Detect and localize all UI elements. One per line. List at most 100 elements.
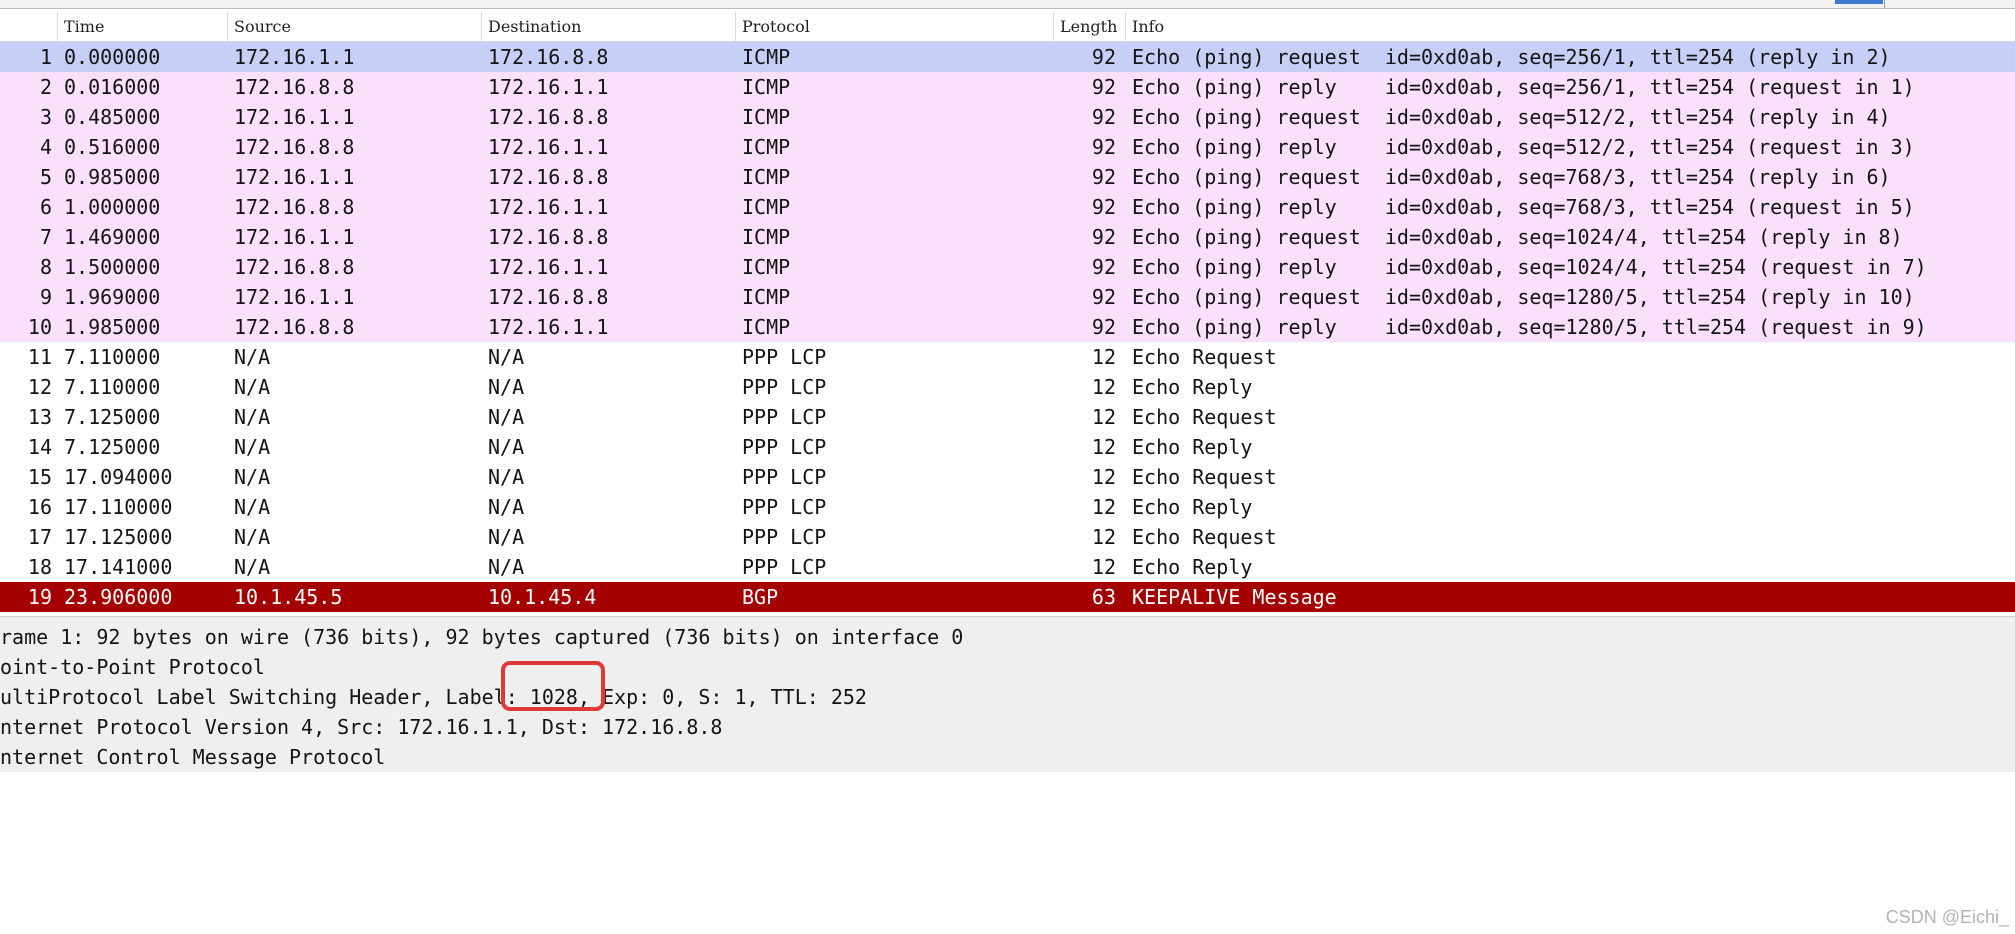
packet-row[interactable]: 10 1.985000 172.16.8.8 172.16.1.1 ICMP 92 Echo…: [0, 312, 2015, 342]
packet-protocol: ICMP: [742, 315, 791, 339]
column-header-length[interactable]: Length: [1054, 12, 1126, 41]
packet-source: N/A: [234, 345, 271, 369]
packet-time: 17.141000: [64, 555, 173, 579]
packet-time: 1.469000: [64, 225, 161, 249]
packet-destination: N/A: [488, 375, 525, 399]
packet-destination: 172.16.8.8: [488, 105, 609, 129]
packet-number: 9: [39, 285, 52, 309]
column-header-number[interactable]: [0, 12, 58, 41]
packet-info: Echo (ping) reply id=0xd0ab, seq=256/1, …: [1132, 75, 1915, 99]
packet-info: Echo Request: [1132, 525, 1277, 549]
packet-protocol: PPP LCP: [742, 465, 827, 489]
packet-row[interactable]: 13 7.125000 N/A N/A PPP LCP 12 Echo Request: [0, 402, 2015, 432]
packet-info: Echo (ping) reply id=0xd0ab, seq=1024/4,…: [1132, 255, 1927, 279]
packet-length: 92: [1091, 255, 1116, 279]
packet-number: 5: [39, 165, 52, 189]
detail-frame-line[interactable]: rame 1: 92 bytes on wire (736 bits), 92 …: [0, 622, 963, 652]
packet-row[interactable]: 19 23.906000 10.1.45.5 10.1.45.4 BGP 63 KEEPAL…: [0, 582, 2015, 612]
packet-length: 63: [1091, 585, 1116, 609]
packet-row[interactable]: 7 1.469000 172.16.1.1 172.16.8.8 ICMP 92 Echo …: [0, 222, 2015, 252]
packet-protocol: PPP LCP: [742, 435, 827, 459]
packet-length: 12: [1091, 465, 1116, 489]
packet-destination: 172.16.1.1: [488, 255, 609, 279]
column-header-protocol[interactable]: Protocol: [736, 12, 1054, 41]
packet-info: Echo Reply: [1132, 555, 1253, 579]
packet-row[interactable]: 5 0.985000 172.16.1.1 172.16.8.8 ICMP 92 Echo …: [0, 162, 2015, 192]
packet-protocol: ICMP: [742, 225, 791, 249]
packet-number: 8: [39, 255, 52, 279]
column-header-time[interactable]: Time: [58, 12, 228, 41]
packet-number: 16: [27, 495, 52, 519]
packet-protocol: ICMP: [742, 45, 791, 69]
packet-time: 0.485000: [64, 105, 161, 129]
detail-ipv4-line[interactable]: nternet Protocol Version 4, Src: 172.16.…: [0, 712, 722, 742]
column-header-source[interactable]: Source: [228, 12, 482, 41]
detail-icmp-line[interactable]: nternet Control Message Protocol: [0, 742, 385, 772]
packet-time: 1.985000: [64, 315, 161, 339]
packet-row[interactable]: 12 7.110000 N/A N/A PPP LCP 12 Echo Reply: [0, 372, 2015, 402]
packet-row[interactable]: 6 1.000000 172.16.8.8 172.16.1.1 ICMP 92 Echo …: [0, 192, 2015, 222]
packet-row[interactable]: 15 17.094000 N/A N/A PPP LCP 12 Echo Request: [0, 462, 2015, 492]
packet-info: KEEPALIVE Message: [1132, 585, 1337, 609]
packet-list-header: Time Source Destination Protocol Length …: [0, 12, 2015, 42]
packet-info: Echo Reply: [1132, 435, 1253, 459]
detail-ppp-line[interactable]: oint-to-Point Protocol: [0, 652, 265, 682]
packet-length: 12: [1091, 495, 1116, 519]
packet-row[interactable]: 4 0.516000 172.16.8.8 172.16.1.1 ICMP 92 Echo …: [0, 132, 2015, 162]
packet-destination: N/A: [488, 465, 525, 489]
packet-destination: 172.16.8.8: [488, 165, 609, 189]
packet-source: 172.16.8.8: [234, 75, 355, 99]
column-header-info[interactable]: Info: [1126, 12, 2015, 41]
scrollbar-thumb[interactable]: [1835, 0, 1883, 4]
scrollbar-edge: [1884, 0, 1885, 8]
packet-source: N/A: [234, 495, 271, 519]
watermark: CSDN @Eichi_: [1885, 907, 2009, 927]
packet-info: Echo Request: [1132, 345, 1277, 369]
packet-protocol: ICMP: [742, 195, 791, 219]
packet-info: Echo Reply: [1132, 495, 1253, 519]
packet-row[interactable]: 1 0.000000 172.16.1.1 172.16.8.8 ICMP 92 Echo …: [0, 42, 2015, 72]
column-header-destination[interactable]: Destination: [482, 12, 736, 41]
packet-length: 92: [1091, 315, 1116, 339]
packet-number: 2: [39, 75, 52, 99]
packet-protocol: PPP LCP: [742, 495, 827, 519]
packet-info: Echo Reply: [1132, 375, 1253, 399]
packet-info: Echo (ping) request id=0xd0ab, seq=1024/…: [1132, 225, 1903, 249]
packet-row[interactable]: 2 0.016000 172.16.8.8 172.16.1.1 ICMP 92 Echo …: [0, 72, 2015, 102]
packet-number: 12: [27, 375, 52, 399]
packet-time: 0.000000: [64, 45, 161, 69]
packet-length: 92: [1091, 75, 1116, 99]
packet-source: 172.16.1.1: [234, 45, 355, 69]
packet-time: 0.516000: [64, 135, 161, 159]
packet-destination: 172.16.1.1: [488, 75, 609, 99]
packet-length: 12: [1091, 345, 1116, 369]
packet-row[interactable]: 3 0.485000 172.16.1.1 172.16.8.8 ICMP 92 Echo …: [0, 102, 2015, 132]
packet-protocol: ICMP: [742, 75, 791, 99]
packet-row[interactable]: 8 1.500000 172.16.8.8 172.16.1.1 ICMP 92 Echo …: [0, 252, 2015, 282]
top-scrollbar[interactable]: [0, 0, 2015, 9]
packet-number: 3: [39, 105, 52, 129]
packet-row[interactable]: 9 1.969000 172.16.1.1 172.16.8.8 ICMP 92 Echo …: [0, 282, 2015, 312]
packet-number: 15: [27, 465, 52, 489]
packet-time: 1.500000: [64, 255, 161, 279]
detail-mpls-line[interactable]: ultiProtocol Label Switching Header, Lab…: [0, 682, 867, 712]
mpls-label-highlight-box: [501, 661, 605, 711]
packet-number: 1: [39, 45, 52, 69]
packet-row[interactable]: 17 17.125000 N/A N/A PPP LCP 12 Echo Request: [0, 522, 2015, 552]
packet-protocol: ICMP: [742, 135, 791, 159]
packet-destination: N/A: [488, 405, 525, 429]
packet-row[interactable]: 11 7.110000 N/A N/A PPP LCP 12 Echo Request: [0, 342, 2015, 372]
packet-source: N/A: [234, 405, 271, 429]
packet-row[interactable]: 18 17.141000 N/A N/A PPP LCP 12 Echo Reply: [0, 552, 2015, 582]
packet-destination: 172.16.1.1: [488, 315, 609, 339]
packet-row[interactable]: 16 17.110000 N/A N/A PPP LCP 12 Echo Reply: [0, 492, 2015, 522]
packet-number: 17: [27, 525, 52, 549]
packet-source: N/A: [234, 525, 271, 549]
packet-info: Echo (ping) reply id=0xd0ab, seq=1280/5,…: [1132, 315, 1927, 339]
packet-length: 92: [1091, 105, 1116, 129]
packet-info: Echo (ping) request id=0xd0ab, seq=1280/…: [1132, 285, 1915, 309]
packet-length: 12: [1091, 555, 1116, 579]
packet-protocol: ICMP: [742, 255, 791, 279]
packet-number: 11: [27, 345, 52, 369]
packet-row[interactable]: 14 7.125000 N/A N/A PPP LCP 12 Echo Reply: [0, 432, 2015, 462]
